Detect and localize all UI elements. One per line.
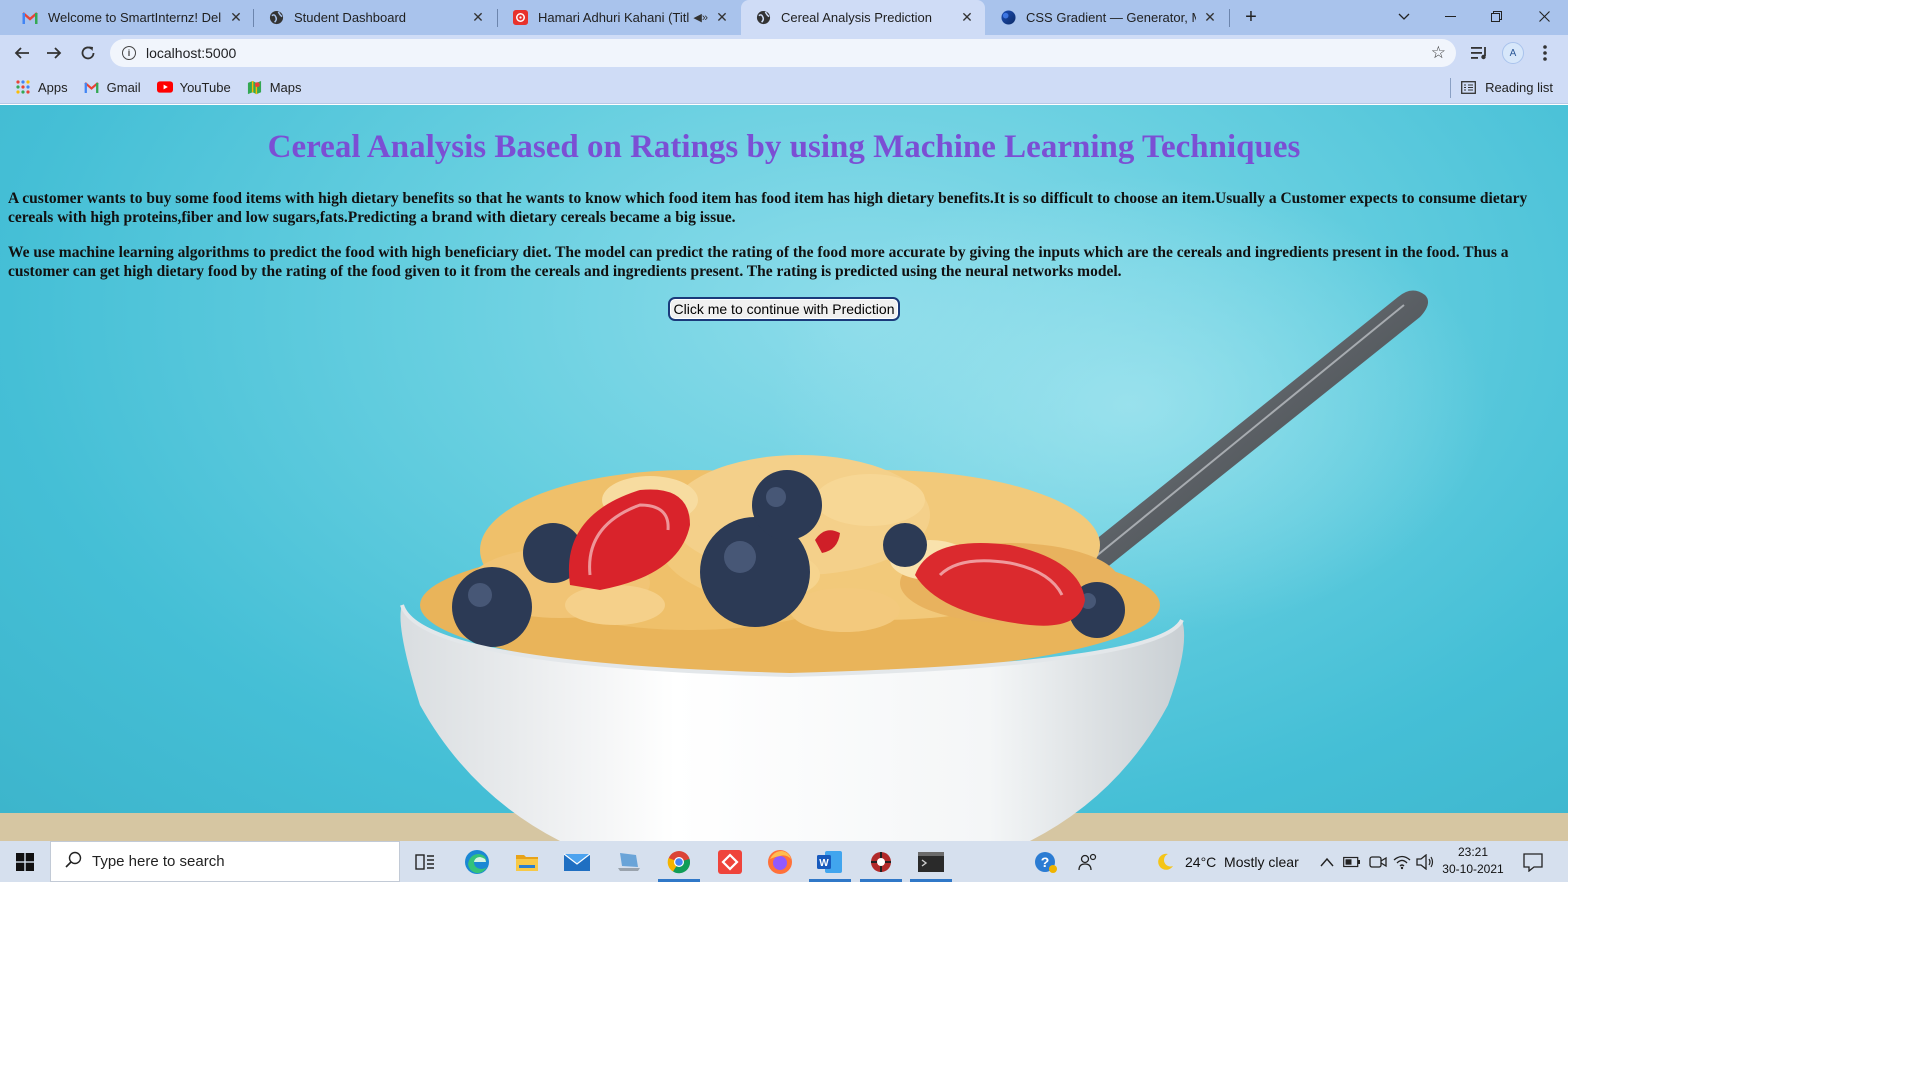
gmail-icon	[22, 10, 38, 26]
reload-icon	[81, 46, 95, 60]
reload-button[interactable]	[74, 39, 102, 67]
globe-icon	[755, 10, 771, 26]
anydesk-icon[interactable]	[705, 841, 755, 882]
page-title: Cereal Analysis Based on Ratings by usin…	[267, 129, 1301, 165]
tab-gmail[interactable]: Welcome to SmartInternz! Deligh ✕	[8, 0, 254, 35]
moon-icon	[1155, 852, 1175, 872]
search-icon	[65, 851, 82, 873]
web-page: Cereal Analysis Based on Ratings by usin…	[0, 105, 1568, 841]
gmail-icon	[84, 79, 100, 95]
continue-prediction-button[interactable]: Click me to continue with Prediction	[668, 297, 900, 321]
new-tab-button[interactable]: +	[1240, 6, 1262, 28]
file-explorer-icon[interactable]	[502, 841, 552, 882]
menu-icon[interactable]	[1532, 39, 1558, 67]
site-info-icon[interactable]: i	[122, 46, 136, 60]
svg-text:W: W	[819, 858, 829, 869]
bookmark-label: Apps	[38, 79, 68, 95]
bookmark-label: YouTube	[179, 79, 231, 95]
bookmarks-bar: Apps Gmail YouTube Maps Reading list	[0, 71, 1568, 104]
firefox-icon[interactable]	[755, 841, 805, 882]
windows-taskbar: Type here to search W ? 24°C Mostly clea…	[0, 841, 1568, 882]
reading-list-icon	[1461, 81, 1477, 94]
tab-css-gradient[interactable]: CSS Gradient — Generator, Make ✕	[986, 0, 1228, 35]
description-paragraph: We use machine learning algorithms to pr…	[8, 244, 1509, 280]
tab-student-dashboard[interactable]: Student Dashboard ✕	[254, 0, 496, 35]
taskbar-search[interactable]: Type here to search	[50, 841, 400, 882]
weather-text: 24°C Mostly clear	[1185, 853, 1299, 870]
clock-time: 23:21	[1457, 845, 1489, 859]
tab-title: Hamari Adhuri Kahani (Title T	[538, 10, 690, 25]
globe-icon	[268, 10, 284, 26]
intro-paragraph: A customer wants to buy some food items …	[8, 190, 1528, 226]
restore-icon[interactable]	[1473, 0, 1519, 33]
reading-list-label: Reading list	[1485, 80, 1553, 95]
tab-title: Cereal Analysis Prediction	[781, 10, 933, 25]
edge-icon[interactable]	[452, 841, 502, 882]
address-bar[interactable]: i localhost:5000 ☆	[110, 39, 1456, 67]
arrow-right-icon	[47, 47, 62, 59]
notifications-icon[interactable]	[1523, 841, 1543, 882]
minimize-icon[interactable]	[1427, 0, 1473, 33]
bookmark-gmail[interactable]: Gmail	[84, 79, 141, 95]
tab-close-icon[interactable]: ✕	[714, 9, 730, 26]
bookmark-maps[interactable]: Maps	[247, 79, 302, 95]
app-icon[interactable]	[856, 841, 906, 882]
tab-close-icon[interactable]: ✕	[959, 9, 975, 26]
tab-title: Welcome to SmartInternz! Deligh	[48, 10, 222, 25]
weather-widget[interactable]: 24°C Mostly clear	[1155, 841, 1299, 882]
show-hidden-icons[interactable]	[1320, 841, 1334, 882]
arrow-left-icon	[14, 47, 29, 59]
css-gradient-icon	[1000, 10, 1016, 26]
tab-divider	[1229, 9, 1230, 27]
avatar: A	[1502, 42, 1524, 64]
start-button[interactable]	[0, 841, 50, 882]
tab-music[interactable]: Hamari Adhuri Kahani (Title T ◀» ✕	[498, 0, 740, 35]
back-button[interactable]	[8, 39, 36, 67]
tab-search-icon[interactable]	[1381, 0, 1427, 33]
tab-strip: Welcome to SmartInternz! Deligh ✕ Studen…	[0, 0, 1568, 35]
bookmark-star-icon[interactable]: ☆	[1431, 43, 1446, 63]
mail-icon[interactable]	[552, 841, 602, 882]
word-icon[interactable]: W	[805, 841, 855, 882]
search-placeholder: Type here to search	[92, 853, 225, 870]
reading-list-button[interactable]: Reading list	[1450, 71, 1553, 104]
tab-cereal-analysis[interactable]: Cereal Analysis Prediction ✕	[741, 0, 985, 35]
close-window-icon[interactable]	[1521, 0, 1567, 33]
meet-icon[interactable]	[1369, 841, 1387, 882]
address-url[interactable]: localhost:5000	[146, 45, 236, 61]
battery-icon[interactable]	[1343, 841, 1361, 882]
browser-toolbar: i localhost:5000 ☆ A	[0, 35, 1568, 71]
profile-button[interactable]: A	[1500, 39, 1526, 67]
help-icon[interactable]: ?	[1034, 841, 1058, 882]
tab-title: CSS Gradient — Generator, Make	[1026, 10, 1196, 25]
volume-icon[interactable]	[1416, 841, 1434, 882]
tab-close-icon[interactable]: ✕	[470, 9, 486, 26]
chrome-icon[interactable]	[654, 841, 704, 882]
terminal-icon[interactable]	[906, 841, 956, 882]
apps-grid-icon	[15, 79, 31, 95]
system-clock[interactable]: 23:21 30-10-2021	[1438, 844, 1508, 878]
music-icon	[512, 10, 528, 26]
tab-close-icon[interactable]: ✕	[228, 9, 244, 26]
task-view-icon[interactable]	[400, 841, 450, 882]
tab-close-icon[interactable]: ✕	[1202, 9, 1218, 26]
youtube-icon	[156, 79, 173, 95]
forward-button[interactable]	[40, 39, 68, 67]
windows-logo-icon	[16, 852, 34, 871]
bookmark-label: Maps	[269, 79, 302, 95]
audio-playing-icon[interactable]: ◀»	[693, 11, 708, 24]
maps-icon	[247, 79, 263, 95]
svg-text:?: ?	[1041, 854, 1050, 870]
media-control-icon[interactable]	[1467, 39, 1493, 67]
tab-title: Student Dashboard	[294, 10, 407, 25]
bookmark-youtube[interactable]: YouTube	[156, 79, 231, 95]
clock-date: 30-10-2021	[1442, 862, 1504, 876]
people-icon[interactable]	[1078, 841, 1098, 882]
divider	[1450, 77, 1452, 98]
bookmark-apps[interactable]: Apps	[15, 79, 68, 95]
bookmark-label: Gmail	[106, 79, 141, 95]
wifi-icon[interactable]	[1393, 841, 1411, 882]
laptop-icon[interactable]	[604, 841, 654, 882]
